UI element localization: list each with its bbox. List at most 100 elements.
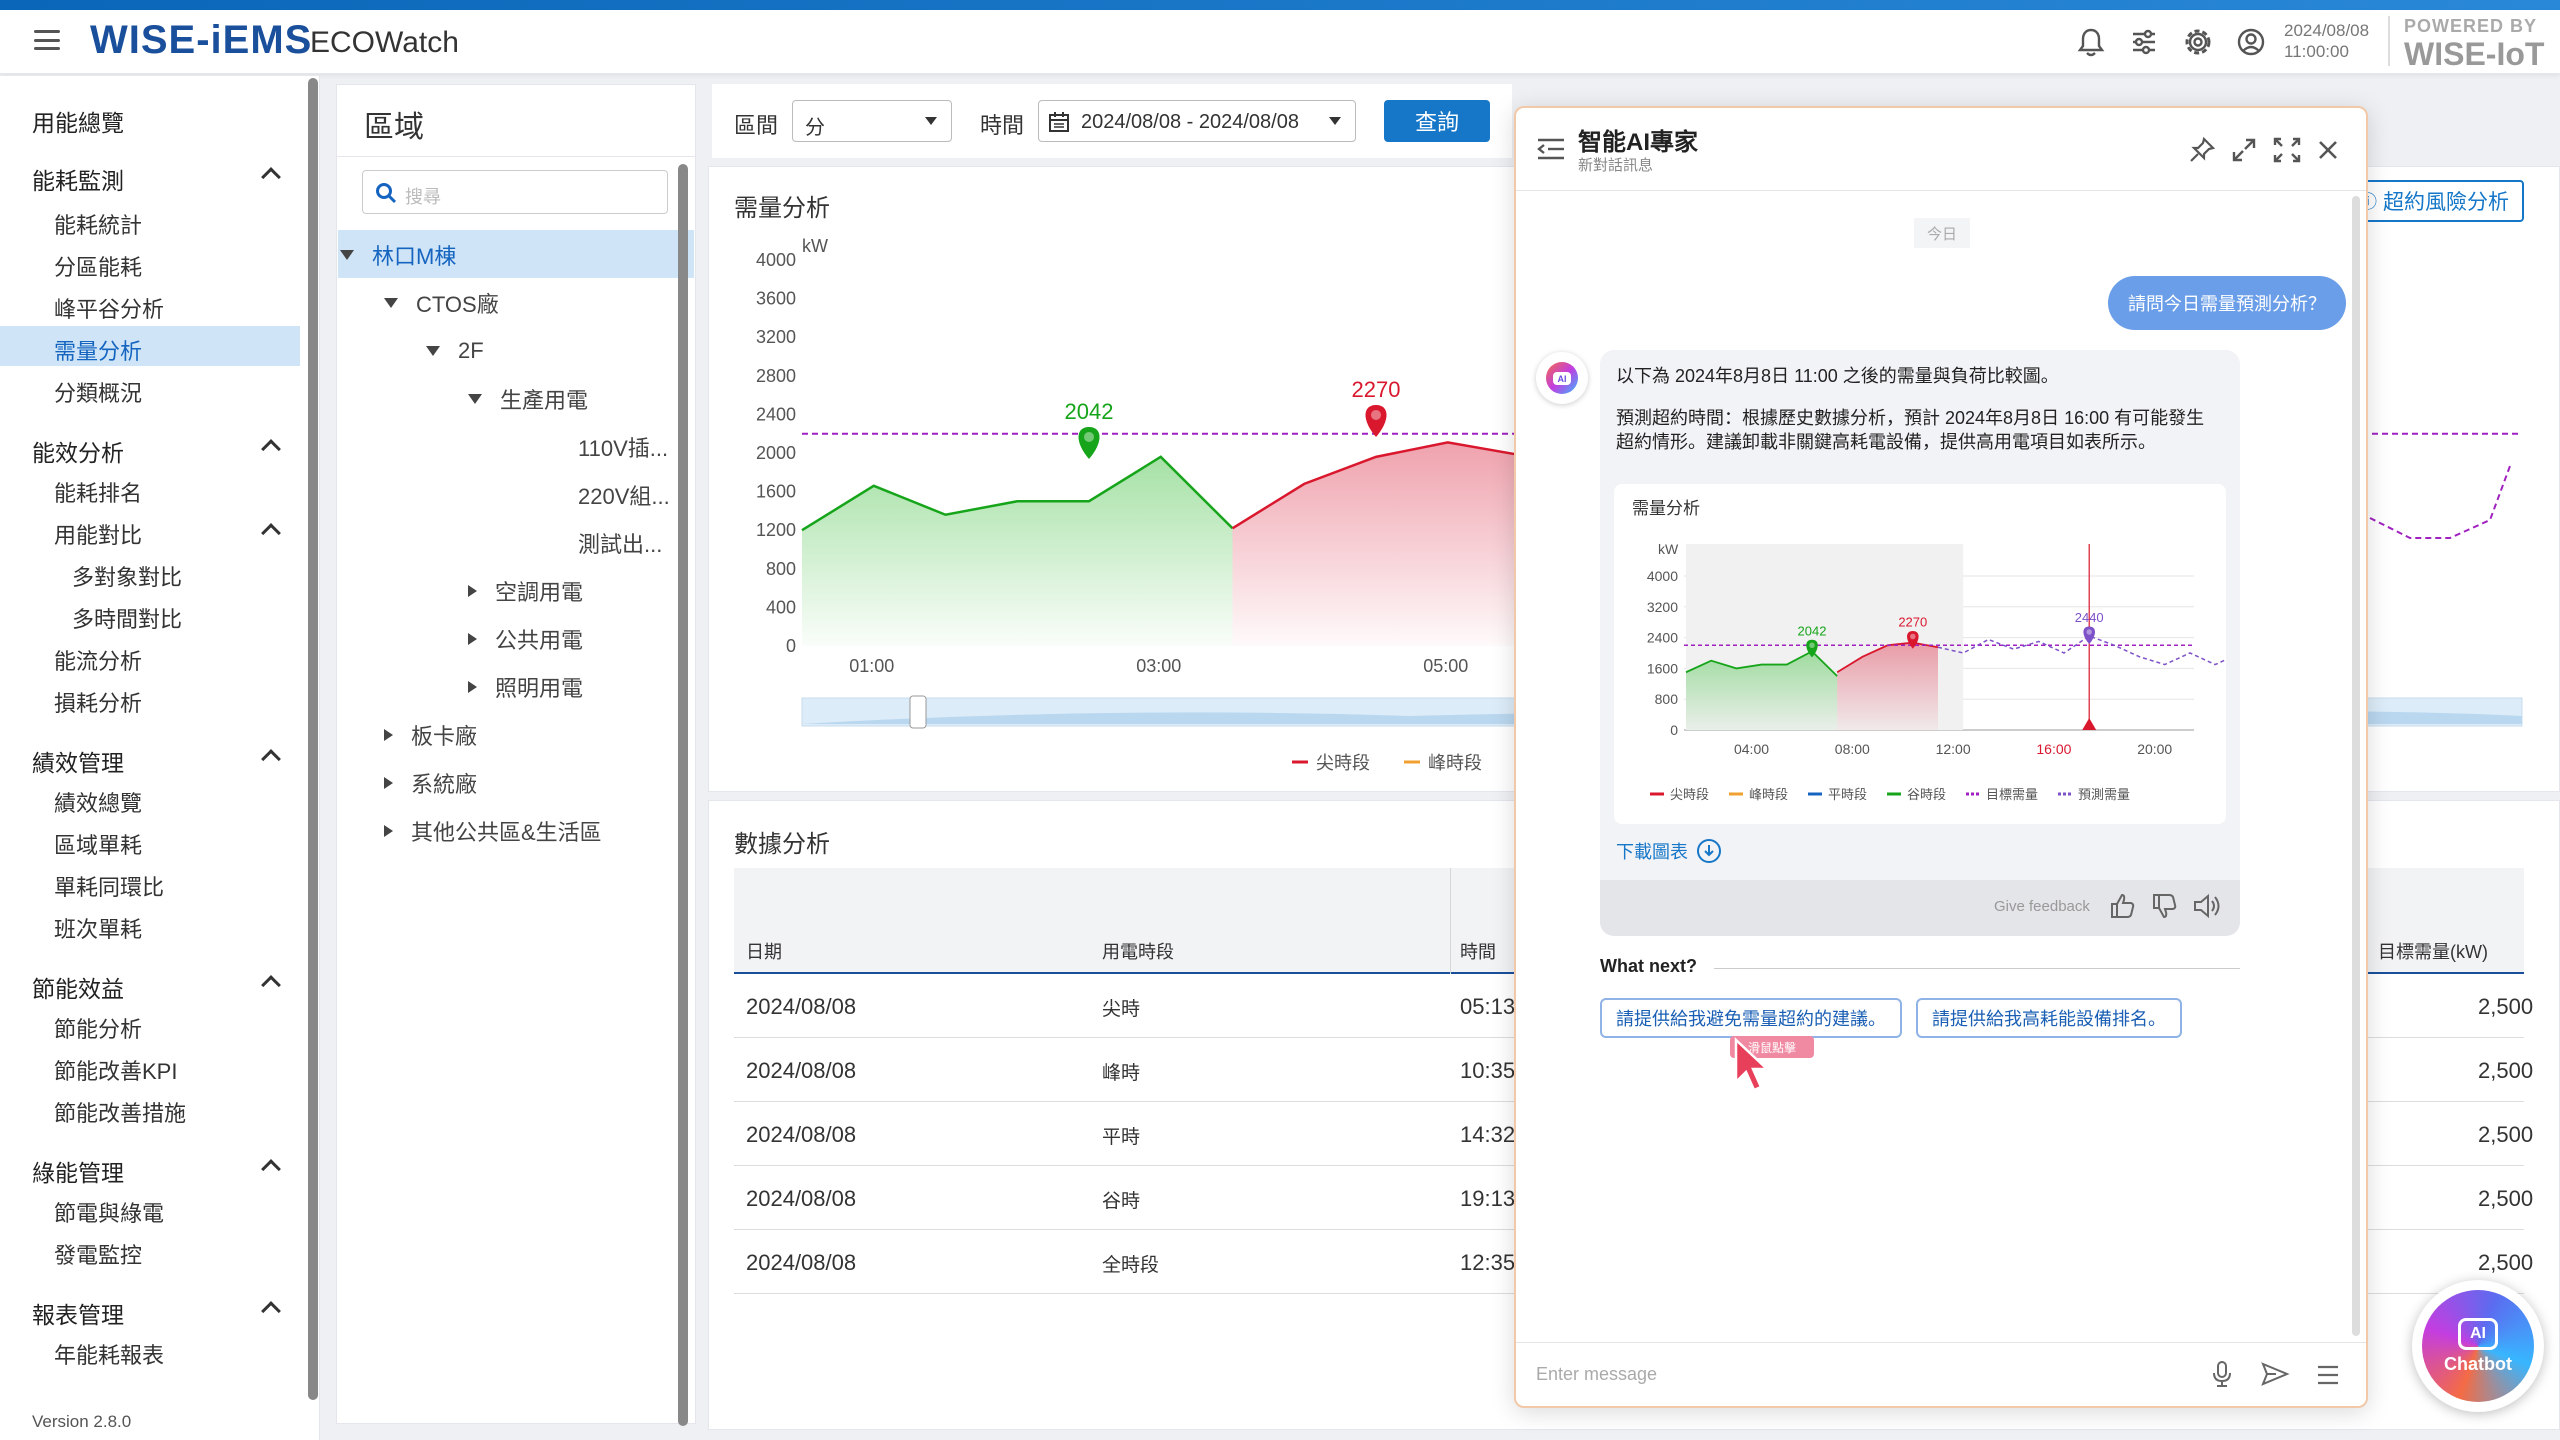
col-target-demand[interactable]: 目標需量(kW) (2378, 938, 2488, 964)
risk-analysis-button[interactable]: ⓘ 超約風險分析 (2344, 180, 2524, 222)
chat-scrollbar[interactable] (2352, 196, 2360, 1336)
suggestion-avoid-overload[interactable]: 請提供給我避免需量超約的建議。 (1600, 998, 1902, 1038)
sidebar-item[interactable]: 能流分析 (0, 636, 300, 676)
sidebar-item[interactable]: 用能對比 (0, 510, 300, 550)
tree-node[interactable]: 公共用電 (468, 624, 583, 654)
chevron-up-icon[interactable] (261, 1301, 281, 1321)
sidebar-item[interactable]: 班次單耗 (0, 904, 300, 944)
suggestion-device-ranking[interactable]: 請提供給我高耗能設備排名。 (1916, 998, 2182, 1038)
sidebar-item[interactable]: 峰平谷分析 (0, 284, 300, 324)
tree-node[interactable]: 空調用電 (468, 576, 583, 606)
sidebar-scrollbar[interactable] (308, 78, 318, 1400)
tree-node[interactable]: 220V組... (546, 480, 670, 510)
sidebar-item[interactable]: 用能總覽 (0, 96, 300, 136)
mini-x-tick: 16:00 (2036, 741, 2071, 757)
tree-node[interactable]: 系統廠 (384, 768, 477, 798)
filter-sliders-icon[interactable] (2124, 22, 2164, 62)
caret-down-icon[interactable] (340, 250, 354, 260)
sidebar-item-label: 節電與綠電 (54, 1201, 165, 1226)
sidebar-item[interactable]: 能效分析 (0, 426, 300, 466)
expand-icon[interactable] (2230, 136, 2258, 169)
speaker-icon[interactable] (2192, 892, 2222, 925)
caret-down-icon[interactable] (468, 394, 482, 404)
caret-right-icon[interactable] (468, 585, 477, 597)
caret-right-icon[interactable] (468, 633, 477, 645)
sidebar-item[interactable]: 綠能管理 (0, 1146, 300, 1186)
caret-right-icon[interactable] (384, 825, 393, 837)
sidebar-item[interactable]: 能耗統計 (0, 200, 300, 240)
date-range-select[interactable]: 2024/08/08 - 2024/08/08 (1038, 100, 1356, 142)
bell-icon[interactable] (2071, 22, 2111, 62)
sidebar-item[interactable]: 單耗同環比 (0, 862, 300, 902)
sidebar-item[interactable]: 績效總覽 (0, 778, 300, 818)
chatbot-fab-button[interactable]: AI Chatbot (2412, 1280, 2544, 1412)
sidebar-item[interactable]: 能耗監測 (0, 154, 300, 194)
sidebar-item-label: 年能耗報表 (54, 1343, 165, 1368)
sidebar-item[interactable]: 能耗排名 (0, 468, 300, 508)
brand-logo[interactable]: WISE-iEMS (90, 18, 312, 63)
thumbs-down-icon[interactable] (2150, 892, 2178, 925)
fullscreen-icon[interactable] (2272, 136, 2302, 169)
pin-icon[interactable] (2188, 136, 2216, 169)
caret-down-icon[interactable] (384, 298, 398, 308)
tree-node[interactable]: 林口M棟 (340, 240, 456, 270)
sidebar-item[interactable]: 節電與綠電 (0, 1188, 300, 1228)
sidebar-item[interactable]: 需量分析 (0, 326, 300, 366)
download-chart-link[interactable]: 下載圖表 (1616, 838, 1722, 864)
sidebar-item[interactable]: 績效管理 (0, 736, 300, 776)
region-search-input[interactable]: 搜尋 (362, 170, 668, 214)
chevron-up-icon[interactable] (261, 1159, 281, 1179)
sidebar-item[interactable]: 年能耗報表 (0, 1330, 300, 1370)
tree-node[interactable]: CTOS廠 (384, 288, 499, 318)
sidebar-item[interactable]: 節能改善KPI (0, 1046, 300, 1086)
chat-menu-icon[interactable] (2316, 1364, 2340, 1391)
gear-icon[interactable] (2178, 22, 2218, 62)
close-icon[interactable] (2316, 138, 2340, 167)
sidebar-item[interactable]: 損耗分析 (0, 678, 300, 718)
sidebar-item[interactable]: 多對象對比 (0, 552, 300, 592)
sidebar-item[interactable]: 報表管理 (0, 1288, 300, 1328)
tree-node[interactable]: 生產用電 (468, 384, 588, 414)
tree-node[interactable]: 其他公共區&生活區 (384, 816, 602, 846)
chevron-up-icon[interactable] (261, 523, 281, 543)
chevron-up-icon[interactable] (261, 439, 281, 459)
tree-node[interactable]: 測試出... (546, 528, 662, 558)
tree-node[interactable]: 110V插... (546, 432, 668, 462)
chat-message-input[interactable]: Enter message (1536, 1364, 1657, 1385)
sidebar-item[interactable]: 多時間對比 (0, 594, 300, 634)
region-scrollbar[interactable] (678, 164, 688, 1426)
valley-max-label: 2042 (1065, 399, 1114, 424)
tree-node[interactable]: 照明用電 (468, 672, 583, 702)
caret-right-icon[interactable] (384, 777, 393, 789)
mini-y-tick: 3200 (1647, 599, 1678, 615)
chevron-up-icon[interactable] (261, 749, 281, 769)
col-time[interactable]: 時間 (1460, 938, 1496, 964)
sidebar-item[interactable]: 節能分析 (0, 1004, 300, 1044)
sidebar-item[interactable]: 節能效益 (0, 962, 300, 1002)
query-button[interactable]: 查詢 (1384, 100, 1490, 142)
user-account-icon[interactable] (2231, 22, 2271, 62)
chevron-up-icon[interactable] (261, 167, 281, 187)
sidebar-item[interactable]: 分類概況 (0, 368, 300, 408)
caret-down-icon[interactable] (426, 346, 440, 356)
caret-right-icon[interactable] (384, 729, 393, 741)
send-icon[interactable] (2260, 1360, 2290, 1393)
menu-icon[interactable] (34, 30, 60, 50)
mini-legend-label: 尖時段 (1670, 787, 1709, 802)
sidebar-item[interactable]: 節能改善措施 (0, 1088, 300, 1128)
interval-select[interactable]: 分 (792, 100, 952, 142)
col-period[interactable]: 用電時段 (1102, 938, 1174, 964)
microphone-icon[interactable] (2210, 1360, 2234, 1393)
sidebar-item[interactable]: 發電監控 (0, 1230, 300, 1270)
col-date[interactable]: 日期 (746, 938, 782, 964)
tree-node[interactable]: 板卡廠 (384, 720, 477, 750)
sidebar-item-label: 能耗監測 (32, 168, 124, 194)
thumbs-up-icon[interactable] (2108, 892, 2136, 925)
tree-node[interactable]: 2F (426, 336, 484, 366)
chevron-up-icon[interactable] (261, 975, 281, 995)
sidebar-item[interactable]: 分區能耗 (0, 242, 300, 282)
mini-chart-svg: kW 0 800 1600 2400 3200 4000 04:00 08:00 12:00 16:… (1647, 541, 2226, 802)
caret-right-icon[interactable] (468, 681, 477, 693)
sidebar-item[interactable]: 區域單耗 (0, 820, 300, 860)
collapse-sidebar-icon[interactable] (1536, 136, 1566, 167)
